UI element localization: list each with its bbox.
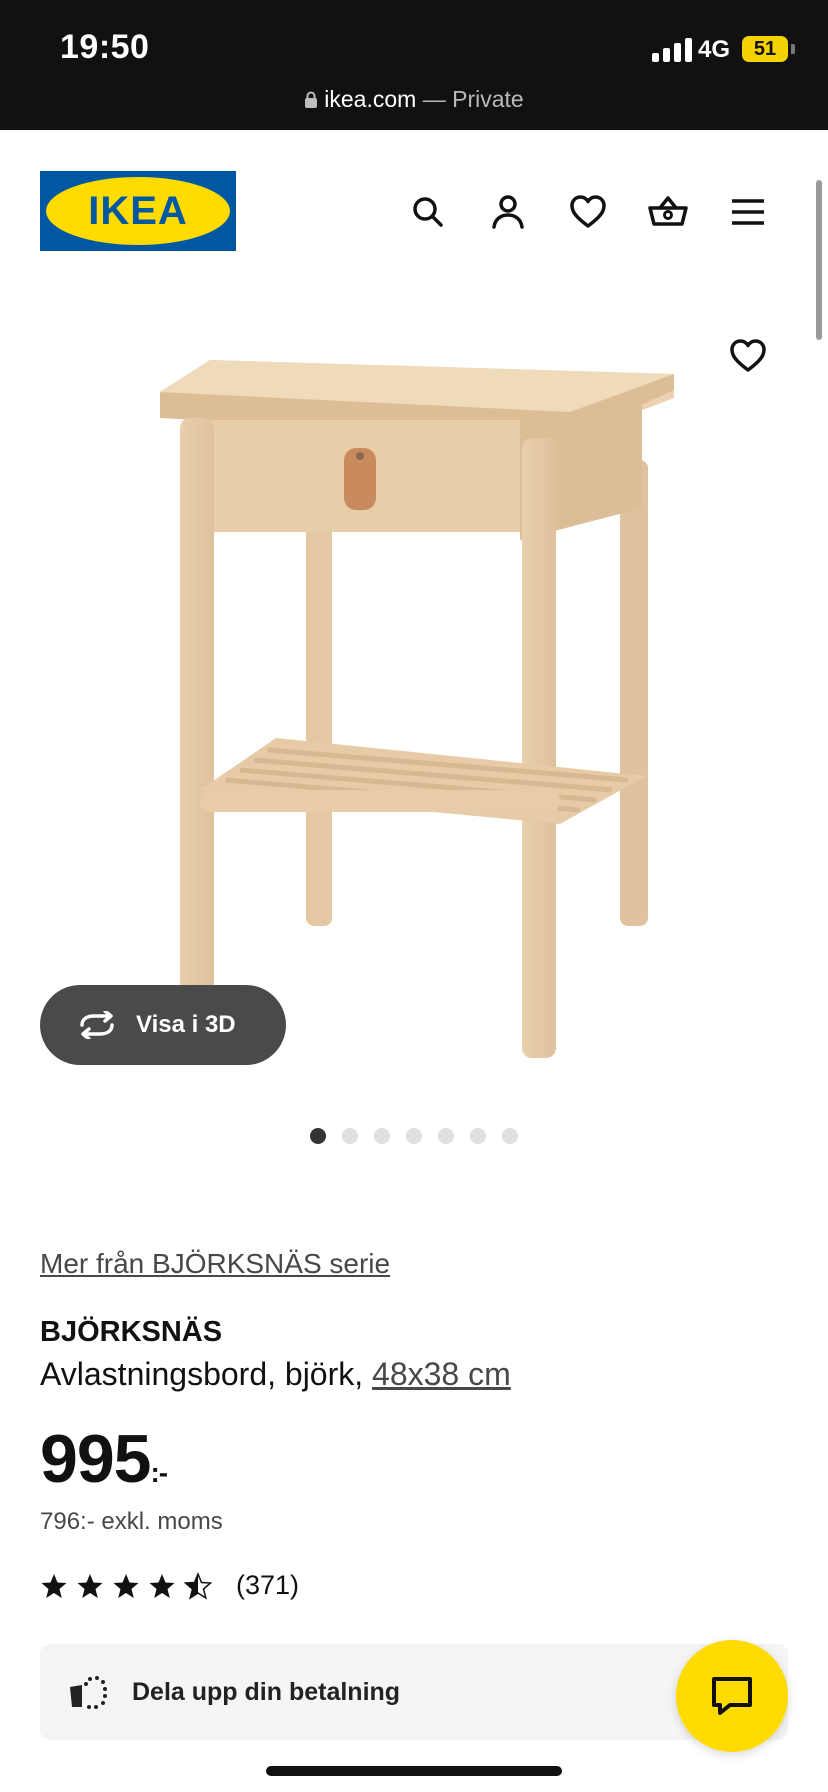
product-name: BJÖRKSNÄS	[40, 1316, 223, 1348]
star-icon	[149, 1573, 175, 1598]
network-label: 4G	[698, 36, 731, 63]
price-suffix: :-	[150, 1457, 168, 1488]
gallery-dot[interactable]	[438, 1128, 454, 1144]
battery-level: 51	[753, 37, 777, 60]
star-icon	[113, 1573, 139, 1598]
gallery-dot[interactable]	[342, 1128, 358, 1144]
favourites-icon[interactable]	[566, 190, 610, 234]
rotate-3d-icon	[80, 1011, 114, 1039]
view-3d-label: Visa i 3D	[136, 1011, 236, 1038]
product-type: Avlastningsbord, björk,	[40, 1356, 373, 1392]
home-indicator[interactable]	[266, 1766, 562, 1776]
split-payment-icon	[70, 1676, 107, 1709]
star-icon	[41, 1573, 67, 1598]
private-mode-label: Private	[452, 86, 524, 112]
rating[interactable]: (371)	[40, 1570, 299, 1601]
product-price: 995:-	[40, 1420, 168, 1498]
product-description: Avlastningsbord, björk, 48x38 cm	[40, 1356, 511, 1393]
signal-icon	[652, 36, 692, 62]
gallery-dot[interactable]	[470, 1128, 486, 1144]
svg-text:IKEA: IKEA	[88, 189, 188, 233]
gallery-dot[interactable]	[406, 1128, 422, 1144]
lock-icon	[305, 91, 318, 108]
search-icon[interactable]	[406, 190, 450, 234]
battery-icon: 51	[742, 36, 795, 62]
series-link[interactable]: Mer från BJÖRKSNÄS serie	[40, 1248, 390, 1280]
gallery-dot[interactable]	[374, 1128, 390, 1144]
half-star-icon	[184, 1572, 212, 1599]
basket-icon[interactable]	[646, 190, 690, 234]
payment-banner-label: Dela upp din betalning	[132, 1677, 401, 1706]
status-time: 19:50	[60, 28, 150, 66]
status-bar: 19:50 4G 51 ikea.com — Private	[0, 0, 828, 130]
site-header: IKEA	[0, 130, 828, 270]
product-image[interactable]	[130, 340, 690, 1080]
gallery-pagination	[310, 1128, 518, 1144]
gallery-dot[interactable]	[310, 1128, 326, 1144]
add-to-favourites-button[interactable]	[726, 334, 770, 378]
menu-icon[interactable]	[726, 190, 770, 234]
address-domain: ikea.com	[324, 86, 417, 112]
view-3d-button[interactable]: Visa i 3D	[40, 985, 286, 1065]
page-scrollbar[interactable]	[816, 180, 822, 340]
price-value: 995	[40, 1421, 151, 1497]
address-separator: —	[416, 86, 453, 112]
ikea-logo[interactable]: IKEA	[40, 171, 236, 251]
rating-stars	[41, 1572, 212, 1599]
account-icon[interactable]	[486, 190, 530, 234]
size-link[interactable]: 48x38 cm	[372, 1356, 511, 1392]
chat-icon	[712, 1677, 752, 1715]
star-icon	[77, 1573, 103, 1598]
gallery-dot[interactable]	[502, 1128, 518, 1144]
price-excl-vat: 796:- exkl. moms	[40, 1508, 223, 1535]
address-bar[interactable]: ikea.com — Private	[0, 86, 828, 113]
chat-button[interactable]	[676, 1640, 788, 1752]
review-count: (371)	[236, 1570, 300, 1600]
